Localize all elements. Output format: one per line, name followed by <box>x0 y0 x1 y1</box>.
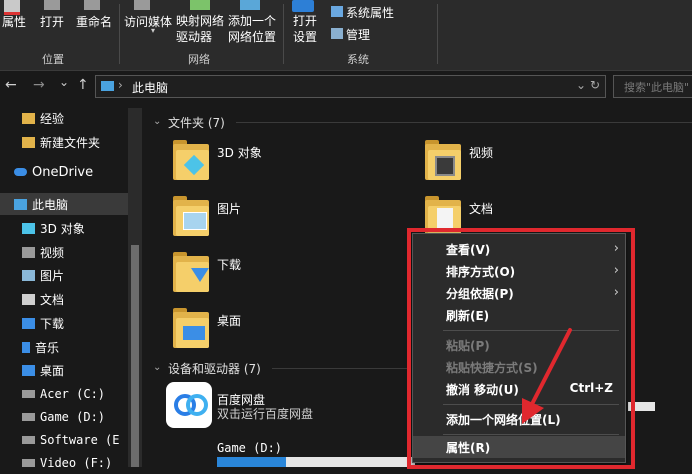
picture-icon <box>22 269 35 281</box>
path-separator-icon: › <box>118 78 123 92</box>
folders-section-header[interactable]: 文件夹 (7) <box>168 114 225 131</box>
manage-icon <box>331 28 343 39</box>
sidebar-item-label: 3D 对象 <box>40 221 85 236</box>
sidebar-item-label: 音乐 <box>35 340 60 355</box>
annotation-arrow-icon <box>522 328 572 424</box>
ribbon-divider <box>283 4 284 64</box>
folder-3d-objects-icon[interactable] <box>173 140 209 180</box>
drive-icon <box>22 413 35 421</box>
properties-button[interactable]: 属性 <box>2 13 26 30</box>
music-note-icon <box>22 341 30 353</box>
collapse-chevron-icon[interactable]: ⌄ <box>153 362 161 373</box>
folder-label[interactable]: 桌面 <box>217 312 241 329</box>
sidebar-item-label: Acer (C:) <box>40 387 106 401</box>
sidebar-item-label: 图片 <box>40 268 65 283</box>
folder-downloads-icon[interactable] <box>173 252 209 292</box>
drive-d-label[interactable]: Game (D:) <box>217 441 282 455</box>
drive-icon <box>22 459 35 467</box>
cloud-icon <box>14 168 27 176</box>
cube-icon <box>22 222 35 234</box>
sidebar-item-label: Software (E <box>40 433 120 447</box>
open-settings-button[interactable]: 打开 设置 <box>293 13 317 45</box>
desktop-icon <box>22 364 35 376</box>
collapse-chevron-icon[interactable]: ⌄ <box>153 116 161 127</box>
address-path: 此电脑 <box>132 81 169 95</box>
address-bar[interactable]: › 此电脑 ⌄ ↻ <box>95 75 606 98</box>
ribbon: 属性 打开 重命名 访问媒体 映射网络 驱动器 添加一个 网络位置 打开 设置 … <box>0 0 692 71</box>
back-button[interactable]: ← <box>5 77 17 93</box>
up-button[interactable]: ↑ <box>77 77 89 93</box>
baidu-netdisk-icon[interactable] <box>166 382 212 428</box>
rename-button[interactable]: 重命名 <box>76 13 112 30</box>
sidebar-item-label: 新建文件夹 <box>40 135 101 150</box>
add-network-location-button[interactable]: 添加一个 网络位置 <box>228 13 276 45</box>
folder-label[interactable]: 下载 <box>217 256 241 273</box>
folder-icon <box>22 136 35 148</box>
this-pc-icon <box>101 81 114 91</box>
system-properties-icon <box>331 6 343 17</box>
sidebar-item-label: 经验 <box>40 111 65 126</box>
group-system: 系统 <box>347 53 369 66</box>
group-location: 位置 <box>42 53 64 66</box>
folder-desktop-icon[interactable] <box>173 308 209 348</box>
sidebar-scrollbar-thumb[interactable] <box>131 245 139 467</box>
document-icon <box>22 293 35 305</box>
sidebar-item-onedrive[interactable]: OneDrive <box>14 161 142 183</box>
rename-icon <box>84 0 100 10</box>
media-icon <box>134 0 150 10</box>
folder-icon <box>22 112 35 124</box>
search-placeholder: 搜索"此电脑" <box>624 81 690 94</box>
drive-icon <box>22 436 35 444</box>
folder-videos-icon[interactable] <box>425 140 461 180</box>
sidebar-item-label: 文档 <box>40 292 65 307</box>
open-icon <box>44 0 60 10</box>
drive-icon <box>22 390 35 398</box>
access-media-button[interactable]: 访问媒体 <box>124 13 172 30</box>
network-location-icon <box>240 0 260 10</box>
map-network-drive-button[interactable]: 映射网络 驱动器 <box>176 13 224 45</box>
dropdown-arrow-icon: ▾ <box>151 26 156 35</box>
address-dropdown-icon[interactable]: ⌄ <box>576 78 586 92</box>
sidebar-item-label: 下载 <box>40 316 65 331</box>
baidu-netdisk-description: 双击运行百度网盘 <box>217 407 314 421</box>
map-drive-icon <box>190 0 210 10</box>
folder-label[interactable]: 3D 对象 <box>217 144 262 161</box>
ribbon-divider <box>119 4 120 64</box>
folder-label[interactable]: 文档 <box>469 200 493 217</box>
folder-label[interactable]: 图片 <box>217 200 241 217</box>
system-properties-button[interactable]: 系统属性 <box>346 4 394 21</box>
download-arrow-icon <box>22 317 35 329</box>
folder-label[interactable]: 视频 <box>469 144 493 161</box>
refresh-icon[interactable]: ↻ <box>590 78 600 92</box>
section-divider <box>272 368 408 369</box>
search-box[interactable]: 搜索"此电脑" <box>613 75 692 98</box>
open-button[interactable]: 打开 <box>40 13 64 30</box>
devices-section-header[interactable]: 设备和驱动器 (7) <box>168 360 261 377</box>
group-network: 网络 <box>188 53 210 66</box>
sidebar-item-label: 此电脑 <box>32 197 69 212</box>
sidebar-item-label: Game (D:) <box>40 410 106 424</box>
sidebar-item-label: 桌面 <box>40 363 65 378</box>
ribbon-divider <box>437 4 438 64</box>
computer-icon <box>14 198 27 210</box>
recent-locations-button[interactable]: ⌄ <box>59 75 69 89</box>
address-row: ← → ⌄ ↑ › 此电脑 ⌄ ↻ 搜索"此电脑" <box>0 71 692 101</box>
section-divider <box>236 122 692 123</box>
sidebar-item-label: 视频 <box>40 245 65 260</box>
film-icon <box>22 246 35 258</box>
drive-usage-fill <box>217 457 287 467</box>
drive-usage-bar <box>217 457 415 467</box>
settings-icon <box>292 0 314 12</box>
forward-button[interactable]: → <box>33 77 45 93</box>
sidebar-item-label: Video (F:) <box>40 456 113 470</box>
manage-button[interactable]: 管理 <box>346 26 370 43</box>
sidebar-item-this-pc[interactable]: 此电脑 <box>0 193 128 215</box>
folder-pictures-icon[interactable] <box>173 196 209 236</box>
sidebar-item-label: OneDrive <box>32 164 94 180</box>
